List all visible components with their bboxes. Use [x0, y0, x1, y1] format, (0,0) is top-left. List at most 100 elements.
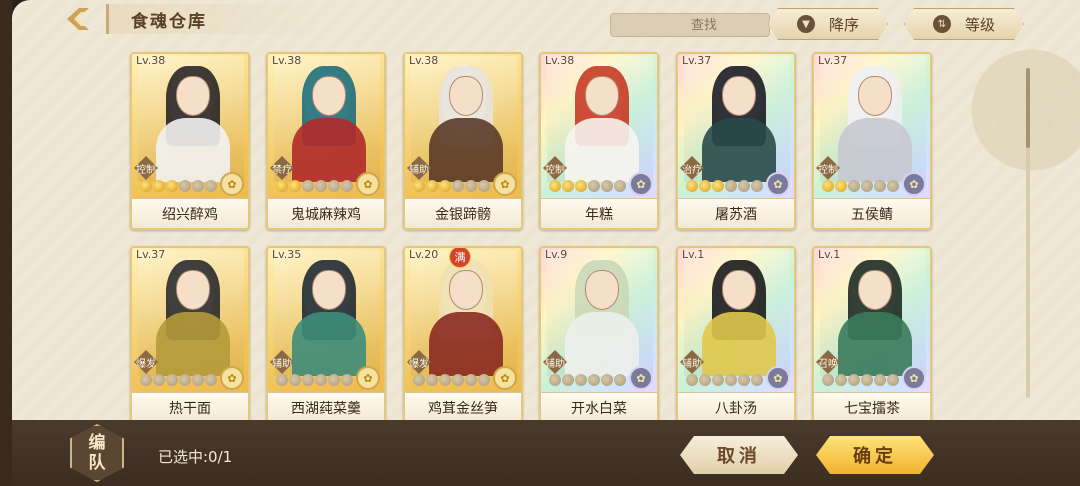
team-label-bottom: 队 — [88, 453, 106, 473]
star-icon — [738, 374, 750, 386]
character-card[interactable]: Lv.35 辅助 ✿ 西湖莼菜羹 — [266, 246, 386, 424]
star-icon — [341, 180, 353, 192]
scrollbar-thumb[interactable] — [1026, 68, 1030, 148]
star-icon — [887, 374, 899, 386]
character-card[interactable]: Lv.1 召唤 ✿ 七宝擂茶 — [812, 246, 932, 424]
portrait-face — [722, 76, 756, 116]
character-card[interactable]: Lv.38 禁疗 ✿ 鬼城麻辣鸡 — [266, 52, 386, 230]
star-rating — [276, 180, 353, 192]
star-icon — [562, 180, 574, 192]
star-icon — [289, 374, 301, 386]
portrait-face — [449, 270, 483, 310]
character-card[interactable]: Lv.38 辅助 ✿ 金银蹄髈 — [403, 52, 523, 230]
star-icon — [575, 180, 587, 192]
star-icon — [452, 180, 464, 192]
flower-emblem-icon: ✿ — [493, 172, 517, 196]
star-icon — [192, 374, 204, 386]
swap-icon: ⇅ — [933, 15, 951, 33]
character-portrait — [138, 250, 244, 376]
portrait-costume — [156, 118, 230, 182]
star-icon — [413, 180, 425, 192]
character-card[interactable]: Lv.38 控制 ✿ 绍兴醉鸡 — [130, 52, 250, 230]
star-icon — [738, 180, 750, 192]
character-name: 开水白菜 — [541, 392, 657, 422]
character-card[interactable]: Lv.1 辅助 ✿ 八卦汤 — [676, 246, 796, 424]
search-field[interactable]: ✕ — [610, 13, 801, 37]
portrait-costume — [702, 118, 776, 182]
star-rating — [549, 180, 626, 192]
character-name: 屠苏酒 — [678, 198, 794, 228]
page-title: 食魂仓库 — [106, 4, 326, 34]
back-button[interactable] — [56, 4, 100, 34]
star-icon — [588, 180, 600, 192]
star-icon — [341, 374, 353, 386]
level-label: Lv.35 — [272, 248, 302, 261]
max-level-badge: 满 — [449, 248, 471, 268]
level-label: Lv.37 — [818, 54, 848, 67]
star-icon — [315, 374, 327, 386]
star-icon — [835, 180, 847, 192]
star-icon — [328, 374, 340, 386]
star-icon — [289, 180, 301, 192]
portrait-face — [585, 76, 619, 116]
portrait-face — [858, 270, 892, 310]
star-rating — [549, 374, 626, 386]
sort-order-button[interactable]: ▼ 降序 — [768, 8, 888, 40]
level-label: Lv.9 — [545, 248, 568, 261]
character-portrait — [274, 250, 380, 376]
star-rating — [276, 374, 353, 386]
character-portrait — [138, 56, 244, 182]
star-icon — [725, 180, 737, 192]
character-card[interactable]: Lv.9 辅助 ✿ 开水白菜 — [539, 246, 659, 424]
star-icon — [166, 374, 178, 386]
star-rating — [413, 374, 490, 386]
star-icon — [439, 180, 451, 192]
flower-emblem-icon: ✿ — [766, 366, 790, 390]
portrait-costume — [429, 312, 503, 376]
portrait-face — [585, 270, 619, 310]
character-name: 金银蹄髈 — [405, 198, 521, 228]
star-icon — [725, 374, 737, 386]
star-icon — [166, 180, 178, 192]
star-icon — [601, 180, 613, 192]
level-label: Lv.38 — [136, 54, 166, 67]
selected-count: 已选中:0/1 — [158, 448, 233, 466]
star-icon — [465, 374, 477, 386]
star-icon — [426, 180, 438, 192]
character-card[interactable]: Lv.20 满爆发 ✿ 鸡茸金丝笋 — [403, 246, 523, 424]
star-icon — [874, 374, 886, 386]
character-card[interactable]: Lv.37 控制 ✿ 五侯鲭 — [812, 52, 932, 230]
sort-by-level-button[interactable]: ⇅ 等级 — [904, 8, 1024, 40]
sort-arrow-icon: ▼ — [797, 15, 815, 33]
flower-emblem-icon: ✿ — [902, 366, 926, 390]
character-card[interactable]: Lv.37 爆发 ✿ 热干面 — [130, 246, 250, 424]
star-icon — [328, 180, 340, 192]
left-edge-strip — [0, 0, 12, 486]
star-icon — [153, 180, 165, 192]
star-icon — [452, 374, 464, 386]
flower-emblem-icon: ✿ — [356, 366, 380, 390]
level-label: Lv.38 — [409, 54, 439, 67]
team-label-top: 编 — [88, 433, 106, 453]
portrait-costume — [565, 312, 639, 376]
character-card[interactable]: Lv.37 治疗 ✿ 屠苏酒 — [676, 52, 796, 230]
level-label: Lv.38 — [545, 54, 575, 67]
star-icon — [478, 180, 490, 192]
portrait-face — [722, 270, 756, 310]
star-rating — [686, 374, 763, 386]
cancel-button[interactable]: 取消 — [680, 436, 798, 474]
star-rating — [822, 180, 899, 192]
character-card[interactable]: Lv.38 控制 ✿ 年糕 — [539, 52, 659, 230]
sort-order-label: 降序 — [828, 15, 859, 34]
star-icon — [614, 374, 626, 386]
confirm-button[interactable]: 确定 — [816, 436, 934, 474]
star-icon — [179, 180, 191, 192]
star-icon — [426, 374, 438, 386]
star-rating — [686, 180, 763, 192]
search-input[interactable] — [619, 17, 789, 33]
star-icon — [549, 374, 561, 386]
character-portrait — [547, 56, 653, 182]
portrait-face — [312, 270, 346, 310]
character-name: 七宝擂茶 — [814, 392, 930, 422]
portrait-costume — [702, 312, 776, 376]
